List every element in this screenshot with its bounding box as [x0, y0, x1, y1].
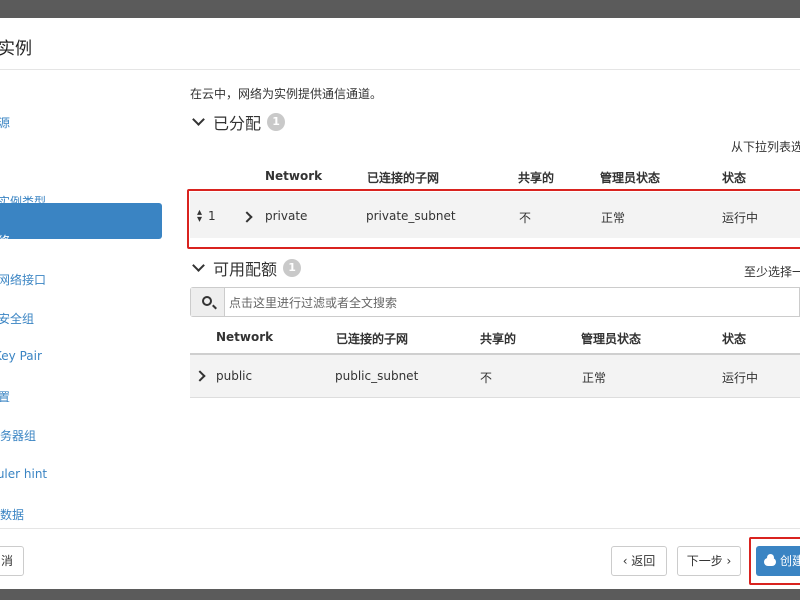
- allocated-col-network: Network: [265, 169, 323, 183]
- available-row-divider: [190, 397, 800, 398]
- sidebar-item-security-groups[interactable]: 安全组: [0, 310, 34, 327]
- sidebar-item-scheduler-hints[interactable]: Scheduler hint: [0, 467, 47, 481]
- sidebar-item-instance-type[interactable]: 实例类型: [0, 193, 46, 210]
- available-row-admin-state: 正常: [582, 371, 607, 385]
- available-col-shared: 共享的: [480, 332, 517, 346]
- available-row-status: 运行中: [722, 371, 759, 385]
- back-button[interactable]: ‹ 返回: [611, 546, 667, 576]
- wizard-sidebar: 源 类型 实例类型 络 网络接口 安全组 Key Pair 配置 服务器组 Sc…: [0, 70, 170, 530]
- modal-title: 实例: [0, 39, 32, 59]
- search-input[interactable]: 点击这里进行过滤或者全文搜索: [229, 294, 397, 311]
- chevron-down-icon: [192, 113, 205, 126]
- available-section-toggle[interactable]: 可用配额 1: [190, 256, 302, 280]
- available-col-status: 状态: [722, 332, 747, 346]
- allocated-col-shared: 共享的: [518, 171, 555, 185]
- available-count-badge: 1: [283, 259, 302, 277]
- modal-header: 实例: [0, 18, 800, 70]
- sidebar-item-networks[interactable]: 络: [0, 232, 10, 249]
- allocated-hint: 从下拉列表选: [731, 140, 800, 154]
- modal-footer: 消 ‹ 返回 下一步 › 创建: [0, 528, 800, 589]
- allocated-section-toggle[interactable]: 已分配 1: [190, 110, 286, 134]
- available-col-admin-state: 管理员状态: [581, 332, 642, 346]
- search-icon: [202, 296, 212, 306]
- table-row[interactable]: [190, 355, 800, 397]
- cancel-button[interactable]: 消: [0, 546, 24, 576]
- allocated-title: 已分配: [213, 114, 262, 133]
- available-hint: 至少选择一: [744, 265, 800, 279]
- highlight-create-button: [749, 537, 800, 585]
- available-row-network: public: [216, 369, 253, 383]
- sidebar-item-configuration[interactable]: 配置: [0, 388, 10, 405]
- allocated-col-admin-state: 管理员状态: [600, 171, 661, 185]
- sidebar-item-server-groups[interactable]: 服务器组: [0, 427, 36, 444]
- available-col-network: Network: [216, 330, 274, 344]
- available-row-subnet: public_subnet: [335, 369, 419, 383]
- highlight-allocated-row: [187, 189, 800, 249]
- sidebar-item-source[interactable]: 源: [0, 114, 10, 131]
- allocated-col-subnet: 已连接的子网: [367, 171, 440, 185]
- allocated-col-status: 状态: [722, 171, 747, 185]
- search-addon: [191, 288, 225, 316]
- next-button[interactable]: 下一步 ›: [677, 546, 741, 576]
- available-col-subnet: 已连接的子网: [336, 332, 409, 346]
- sidebar-item-metadata[interactable]: 元数据: [0, 506, 24, 523]
- available-row-shared: 不: [480, 371, 493, 385]
- step-description: 在云中，网络为实例提供通信通道。: [190, 87, 383, 101]
- sidebar-item-network-ports[interactable]: 网络接口: [0, 271, 46, 288]
- allocated-count-badge: 1: [267, 113, 286, 131]
- chevron-down-icon: [192, 259, 205, 272]
- filter-search-field[interactable]: 点击这里进行过滤或者全文搜索: [190, 287, 800, 317]
- sidebar-item-key-pair[interactable]: Key Pair: [0, 349, 42, 363]
- launch-instance-modal: 实例 源 类型 实例类型 络 网络接口 安全组 Key Pair 配置 服务器组…: [0, 18, 800, 589]
- available-title: 可用配额: [213, 260, 278, 279]
